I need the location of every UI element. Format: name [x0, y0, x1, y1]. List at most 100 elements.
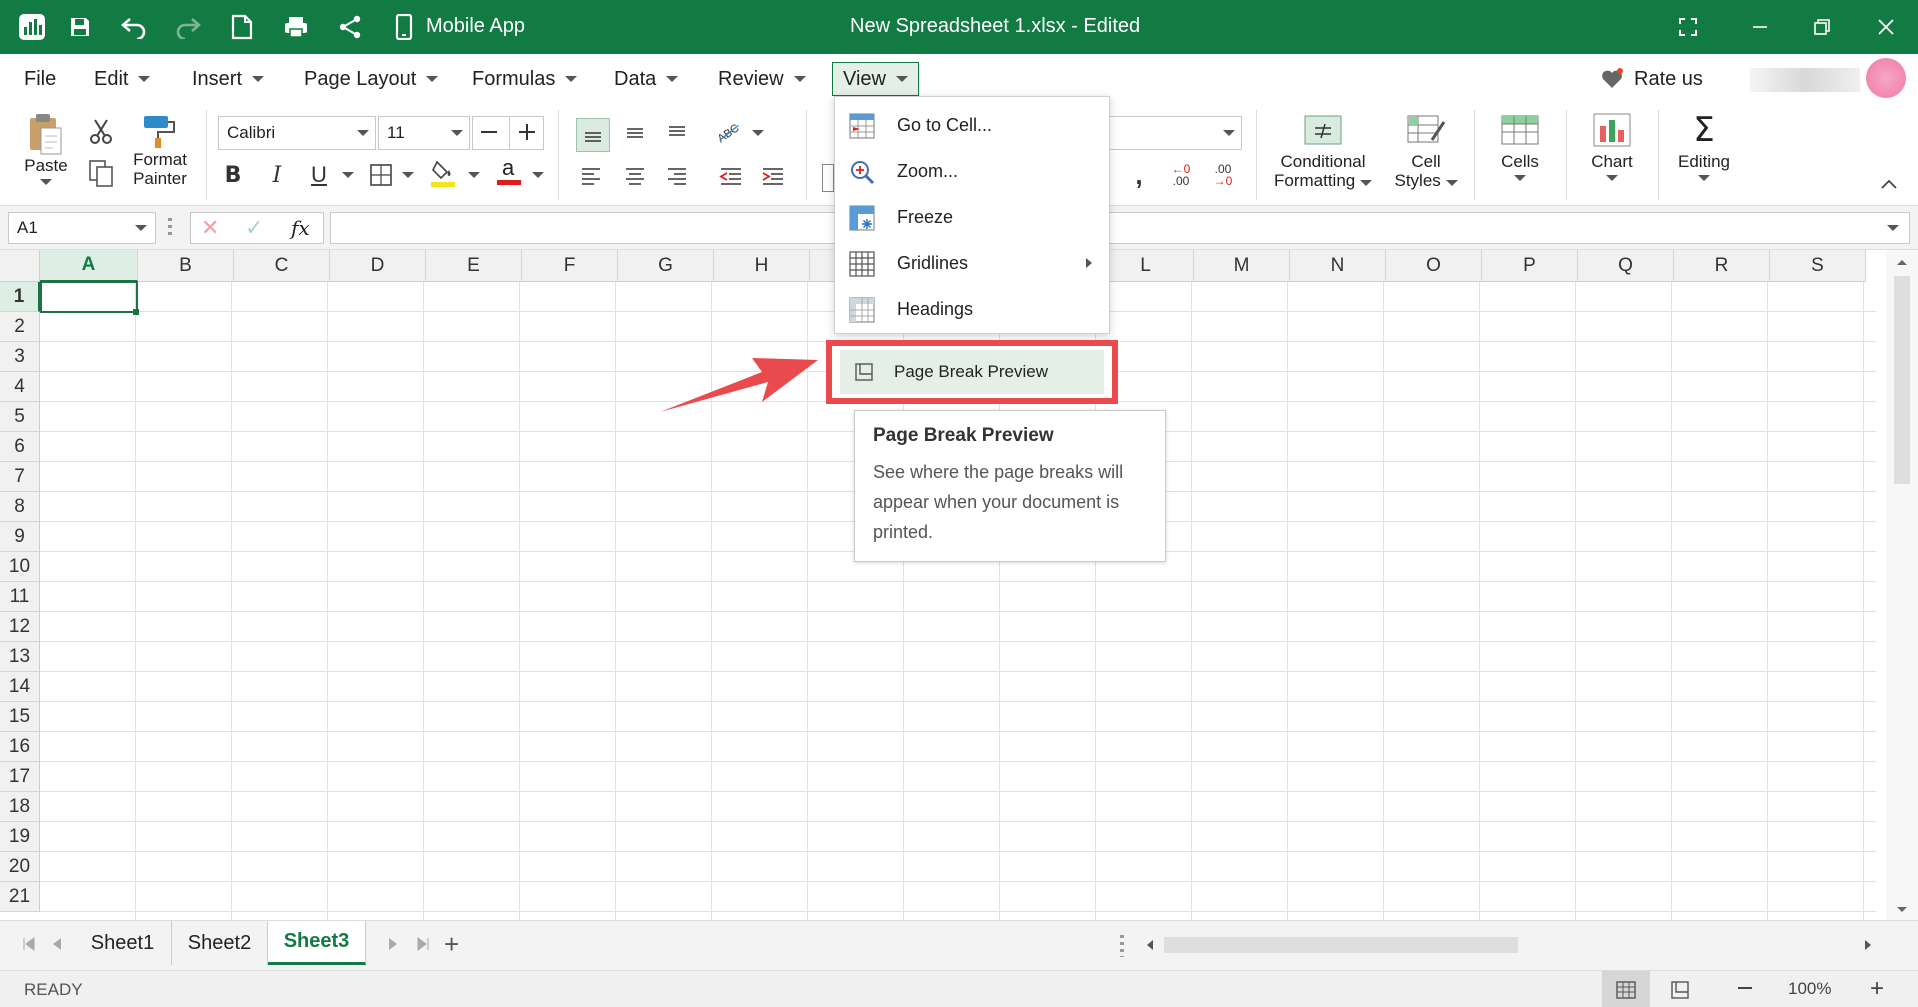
account-name[interactable]: [1750, 68, 1860, 92]
menu-item-freeze[interactable]: Freeze: [835, 195, 1111, 239]
add-sheet-icon[interactable]: +: [444, 929, 459, 960]
row-header-14[interactable]: 14: [0, 672, 40, 702]
menu-item-go-to-cell[interactable]: Go to Cell...: [835, 103, 1111, 147]
increase-decimal-icon[interactable]: ←0 .00: [1166, 160, 1196, 190]
page-break-view-button[interactable]: [1656, 971, 1704, 1007]
row-header-13[interactable]: 13: [0, 642, 40, 672]
column-header-f[interactable]: F: [522, 250, 618, 282]
column-header-h[interactable]: H: [714, 250, 810, 282]
column-header-q[interactable]: Q: [1578, 250, 1674, 282]
save-icon[interactable]: [66, 13, 94, 41]
select-all-corner[interactable]: [0, 250, 40, 282]
tabs-splitter-handle[interactable]: [1120, 935, 1124, 957]
vertical-scrollbar[interactable]: [1886, 250, 1918, 920]
chevron-down-icon[interactable]: [468, 172, 480, 178]
normal-view-button[interactable]: [1602, 971, 1650, 1007]
sheet-tab-3[interactable]: Sheet3: [268, 921, 366, 965]
chevron-down-icon[interactable]: [532, 172, 544, 178]
paste-button[interactable]: Paste: [18, 112, 74, 185]
sheet-tab-2[interactable]: Sheet2: [172, 921, 268, 965]
menu-item-page-break-preview[interactable]: Page Break Preview: [840, 350, 1104, 394]
wrap-text-icon[interactable]: [822, 164, 834, 192]
menu-view[interactable]: View: [832, 62, 919, 96]
menu-insert[interactable]: Insert: [186, 64, 270, 94]
column-header-e[interactable]: E: [426, 250, 522, 282]
row-header-1[interactable]: 1: [0, 282, 40, 312]
chevron-down-icon[interactable]: [752, 130, 764, 136]
align-middle-icon[interactable]: [620, 118, 650, 148]
menu-review[interactable]: Review: [712, 64, 812, 94]
menu-edit[interactable]: Edit: [88, 64, 156, 94]
scroll-up-icon[interactable]: [1896, 258, 1908, 266]
font-color-icon[interactable]: a: [494, 155, 524, 186]
row-header-3[interactable]: 3: [0, 342, 40, 372]
formula-input[interactable]: [330, 212, 1910, 244]
row-header-9[interactable]: 9: [0, 522, 40, 552]
chevron-down-icon[interactable]: [342, 172, 354, 178]
confirm-icon[interactable]: ✓: [245, 215, 263, 241]
chart-button[interactable]: Chart: [1576, 112, 1648, 181]
print-icon[interactable]: [282, 13, 310, 41]
column-header-a[interactable]: A: [40, 250, 138, 282]
prev-sheet-icon[interactable]: [52, 937, 62, 951]
comma-style-icon[interactable]: ,: [1124, 160, 1154, 190]
fill-handle[interactable]: [133, 309, 139, 315]
decrease-font-icon[interactable]: [481, 131, 497, 133]
menu-page-layout[interactable]: Page Layout: [298, 64, 444, 94]
increase-indent-icon[interactable]: [758, 162, 788, 192]
column-header-r[interactable]: R: [1674, 250, 1770, 282]
column-header-b[interactable]: B: [138, 250, 234, 282]
scroll-down-icon[interactable]: [1896, 906, 1908, 914]
font-name-combo[interactable]: Calibri: [218, 116, 376, 150]
borders-icon[interactable]: [366, 160, 396, 190]
vertical-scroll-thumb[interactable]: [1894, 276, 1910, 484]
row-header-7[interactable]: 7: [0, 462, 40, 492]
avatar[interactable]: [1866, 58, 1906, 98]
fill-color-icon[interactable]: [428, 158, 458, 188]
undo-icon[interactable]: [120, 13, 148, 41]
align-right-icon[interactable]: [662, 162, 692, 192]
menu-formulas[interactable]: Formulas: [466, 64, 583, 94]
align-bottom-icon[interactable]: [576, 118, 610, 152]
bold-icon[interactable]: B: [218, 160, 248, 190]
row-header-12[interactable]: 12: [0, 612, 40, 642]
function-icon[interactable]: fx: [291, 216, 310, 240]
conditional-formatting-button[interactable]: Conditional Formatting: [1268, 112, 1378, 190]
chevron-down-icon[interactable]: [402, 172, 414, 178]
row-header-2[interactable]: 2: [0, 312, 40, 342]
row-header-10[interactable]: 10: [0, 552, 40, 582]
selected-cell[interactable]: [40, 281, 138, 313]
sheet-tab-1[interactable]: Sheet1: [74, 921, 172, 965]
column-header-c[interactable]: C: [234, 250, 330, 282]
minimize-icon[interactable]: [1746, 13, 1774, 41]
text-orientation-icon[interactable]: ABC: [714, 116, 744, 146]
column-header-s[interactable]: S: [1770, 250, 1866, 282]
cell-styles-button[interactable]: Cell Styles: [1388, 112, 1464, 190]
new-document-icon[interactable]: [228, 13, 256, 41]
first-sheet-icon[interactable]: [22, 937, 36, 951]
italic-icon[interactable]: I: [262, 160, 292, 190]
column-header-p[interactable]: P: [1482, 250, 1578, 282]
cancel-icon[interactable]: ✕: [201, 215, 219, 241]
copy-icon[interactable]: [86, 158, 116, 188]
row-header-8[interactable]: 8: [0, 492, 40, 522]
menu-item-zoom[interactable]: Zoom...: [835, 149, 1111, 193]
row-header-18[interactable]: 18: [0, 792, 40, 822]
decrease-indent-icon[interactable]: [716, 162, 746, 192]
row-header-6[interactable]: 6: [0, 432, 40, 462]
align-left-icon[interactable]: [576, 162, 606, 192]
row-header-17[interactable]: 17: [0, 762, 40, 792]
row-header-20[interactable]: 20: [0, 852, 40, 882]
font-size-stepper[interactable]: [472, 116, 544, 150]
mobile-phone-icon[interactable]: [390, 13, 418, 41]
number-format-combo[interactable]: [1104, 116, 1242, 150]
align-top-icon[interactable]: [662, 118, 692, 148]
menu-item-gridlines[interactable]: Gridlines: [835, 241, 1111, 285]
next-sheet-icon[interactable]: [388, 937, 398, 951]
row-header-11[interactable]: 11: [0, 582, 40, 612]
cut-icon[interactable]: [86, 116, 116, 146]
share-icon[interactable]: [336, 13, 364, 41]
column-header-l[interactable]: L: [1098, 250, 1194, 282]
column-header-n[interactable]: N: [1290, 250, 1386, 282]
font-size-combo[interactable]: 11: [378, 116, 470, 150]
